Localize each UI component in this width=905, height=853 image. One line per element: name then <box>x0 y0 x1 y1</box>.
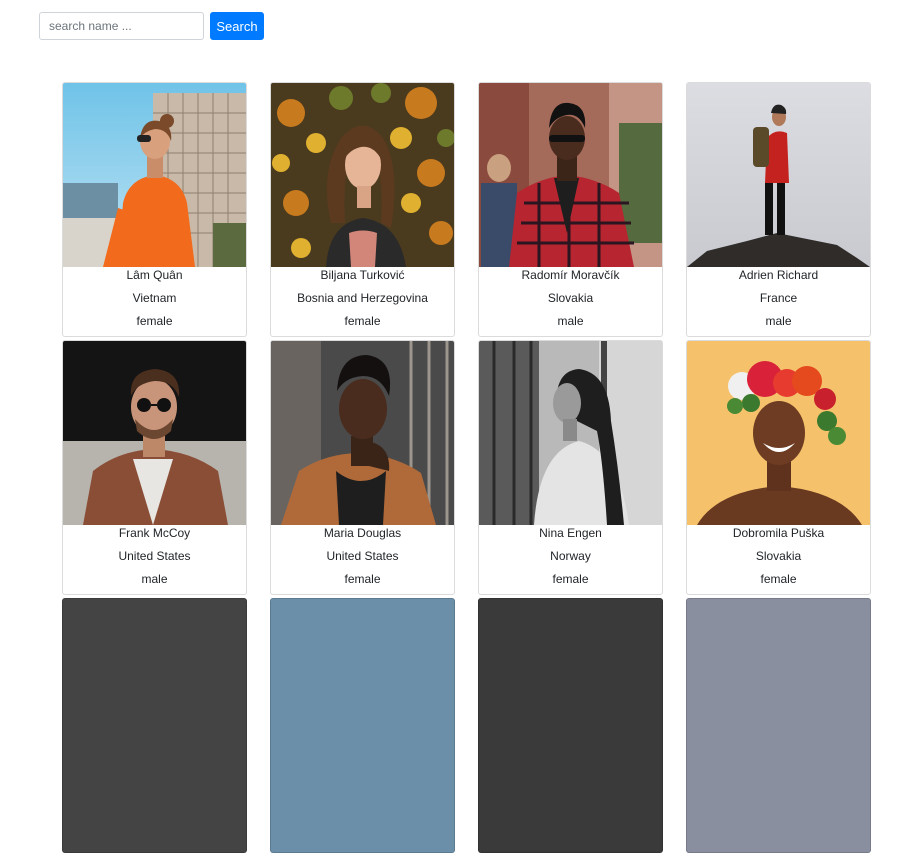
person-info: Nina Engen Norway female <box>479 522 662 591</box>
person-card[interactable]: Maria Douglas United States female <box>270 340 455 595</box>
person-card[interactable]: Biljana Turković Bosnia and Herzegovina … <box>270 82 455 337</box>
person-name: Dobromila Puška <box>732 526 825 540</box>
person-name: Nina Engen <box>539 526 602 540</box>
person-name: Maria Douglas <box>323 526 402 540</box>
people-grid: Lâm Quân Vietnam female Biljana Turković… <box>62 82 871 853</box>
person-name: Biljana Turković <box>320 268 405 282</box>
search-button[interactable]: Search <box>210 12 264 40</box>
person-gender: female <box>344 314 381 328</box>
person-country: Bosnia and Herzegovina <box>297 291 428 305</box>
person-info: Adrien Richard France male <box>687 264 870 333</box>
person-card[interactable]: Radomír Moravčík Slovakia male <box>478 82 663 337</box>
person-country: United States <box>118 549 191 563</box>
person-gender: male <box>141 572 168 586</box>
person-card[interactable]: Lâm Quân Vietnam female <box>62 82 247 337</box>
person-card-partial[interactable] <box>478 598 663 853</box>
person-photo <box>687 341 870 525</box>
person-name: Lâm Quân <box>126 268 183 282</box>
person-info: Lâm Quân Vietnam female <box>63 264 246 333</box>
person-country: Vietnam <box>132 291 177 305</box>
search-bar: Search <box>39 12 264 40</box>
person-photo <box>479 83 662 267</box>
person-name: Radomír Moravčík <box>521 268 620 282</box>
person-gender: female <box>552 572 589 586</box>
person-info: Maria Douglas United States female <box>271 522 454 591</box>
person-country: United States <box>326 549 399 563</box>
person-card-partial[interactable] <box>686 598 871 853</box>
person-name: Frank McCoy <box>118 526 191 540</box>
person-gender: male <box>765 314 792 328</box>
person-info: Biljana Turković Bosnia and Herzegovina … <box>271 264 454 333</box>
person-gender: male <box>557 314 584 328</box>
person-country: Slovakia <box>547 291 594 305</box>
person-country: Norway <box>550 549 591 563</box>
person-card[interactable]: Dobromila Puška Slovakia female <box>686 340 871 595</box>
person-info: Radomír Moravčík Slovakia male <box>479 264 662 333</box>
person-gender: female <box>136 314 173 328</box>
person-gender: female <box>760 572 797 586</box>
person-card-partial[interactable] <box>270 598 455 853</box>
person-photo <box>687 83 870 267</box>
person-photo <box>271 83 454 267</box>
person-country: France <box>759 291 798 305</box>
person-country: Slovakia <box>755 549 802 563</box>
person-card[interactable]: Adrien Richard France male <box>686 82 871 337</box>
person-name: Adrien Richard <box>738 268 819 282</box>
person-card[interactable]: Nina Engen Norway female <box>478 340 663 595</box>
person-gender: female <box>344 572 381 586</box>
person-info: Frank McCoy United States male <box>63 522 246 591</box>
person-photo <box>63 341 246 525</box>
person-photo <box>63 83 246 267</box>
person-photo <box>271 341 454 525</box>
person-card-partial[interactable] <box>62 598 247 853</box>
person-info: Dobromila Puška Slovakia female <box>687 522 870 591</box>
person-photo <box>479 341 662 525</box>
person-card[interactable]: Frank McCoy United States male <box>62 340 247 595</box>
search-input[interactable] <box>39 12 204 40</box>
